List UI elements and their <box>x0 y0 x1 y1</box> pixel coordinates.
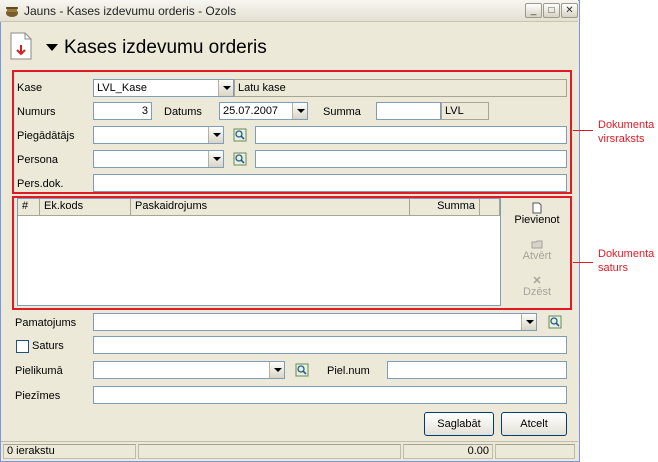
lookup-icon[interactable] <box>233 152 247 166</box>
lookup-icon[interactable] <box>548 315 562 329</box>
annotation-connector <box>573 262 593 263</box>
status-records: 0 ierakstu <box>3 444 136 459</box>
column-header-paskaidrojums[interactable]: Paskaidrojums <box>131 199 410 216</box>
column-header-filler <box>480 199 500 216</box>
persdok-label: Pers.dok. <box>17 178 64 190</box>
pielnum-label: Piel.num <box>327 365 370 377</box>
page-title: Kases izdevumu orderis <box>64 37 267 58</box>
persona-name-field[interactable] <box>255 150 567 168</box>
annotation-header-line1: Dokumenta <box>598 119 655 131</box>
minimize-button[interactable]: _ <box>525 3 542 18</box>
kase-combo[interactable]: LVL_Kase <box>93 79 234 97</box>
open-line-button[interactable]: Atvērt <box>507 238 567 270</box>
datums-picker[interactable]: 25.07.2007 <box>219 102 308 120</box>
lookup-icon[interactable] <box>233 128 247 142</box>
app-icon <box>6 7 18 17</box>
chevron-down-icon[interactable] <box>208 151 223 167</box>
lookup-icon[interactable] <box>295 363 309 377</box>
currency-field: LVL <box>441 102 489 120</box>
piegadatajs-combo[interactable] <box>93 126 224 144</box>
open-folder-icon <box>531 240 543 249</box>
chevron-down-icon[interactable] <box>218 80 233 96</box>
save-button[interactable]: Saglabāt <box>424 412 494 436</box>
add-line-label: Pievienot <box>514 214 560 226</box>
title-bar[interactable]: Jauns - Kases izdevumu orderis - Ozols _… <box>0 0 578 22</box>
column-header-number[interactable]: # <box>18 199 40 216</box>
new-document-icon <box>532 202 542 214</box>
status-total: 0.00 <box>403 444 493 459</box>
persona-label: Persona <box>17 154 58 166</box>
status-empty <box>138 444 401 459</box>
chevron-down-icon[interactable] <box>521 314 536 330</box>
piegadatajs-label: Piegādātājs <box>17 130 75 142</box>
annotation-content-line1: Dokumenta <box>598 248 655 260</box>
delete-line-label: Dzēst <box>522 286 552 298</box>
status-bar: 0 ierakstu 0.00 <box>1 441 578 460</box>
annotation-content-line2: saturs <box>598 262 628 274</box>
persona-combo[interactable] <box>93 150 224 168</box>
datums-value: 25.07.2007 <box>223 105 279 117</box>
saturs-input[interactable] <box>93 336 567 354</box>
delete-x-icon <box>533 276 541 284</box>
saturs-checkbox[interactable] <box>16 340 29 353</box>
status-extra <box>495 444 575 459</box>
document-icon <box>10 32 32 60</box>
maximize-button[interactable]: □ <box>543 3 560 18</box>
chevron-down-icon[interactable] <box>269 362 284 378</box>
chevron-down-icon[interactable] <box>208 127 223 143</box>
pielikuma-label: Pielikumā <box>15 365 63 377</box>
pamatojums-label: Pamatojums <box>15 317 77 329</box>
pielikuma-combo[interactable] <box>93 361 285 379</box>
cancel-button[interactable]: Atcelt <box>501 412 567 436</box>
column-header-summa[interactable]: Summa <box>410 199 480 216</box>
kase-name-field: Latu kase <box>234 79 567 97</box>
pamatojums-combo[interactable] <box>93 313 537 331</box>
numurs-label: Numurs <box>17 106 56 118</box>
summa-input[interactable] <box>376 102 441 120</box>
window-title: Jauns - Kases izdevumu orderis - Ozols <box>24 4 237 18</box>
close-button[interactable]: ✕ <box>561 3 578 18</box>
header-menu-arrow-icon[interactable] <box>46 44 58 51</box>
column-header-ekkods[interactable]: Ek.kods <box>40 199 131 216</box>
annotation-connector <box>573 130 593 131</box>
summa-label: Summa <box>323 106 361 118</box>
persdok-input[interactable] <box>93 174 567 192</box>
add-line-button[interactable]: Pievienot <box>507 202 567 234</box>
open-line-label: Atvērt <box>522 250 552 262</box>
pielnum-input[interactable] <box>387 361 567 379</box>
datums-label: Datums <box>164 106 202 118</box>
piezimes-input[interactable] <box>93 386 567 404</box>
lines-grid[interactable]: # Ek.kods Paskaidrojums Summa <box>17 198 501 306</box>
kase-value: LVL_Kase <box>97 82 147 94</box>
kase-label: Kase <box>17 82 43 94</box>
saturs-label: Saturs <box>32 340 64 352</box>
piezimes-label: Piezīmes <box>15 390 61 402</box>
calendar-dropdown-icon[interactable] <box>292 103 307 119</box>
delete-line-button[interactable]: Dzēst <box>507 274 567 306</box>
numurs-input[interactable]: 3 <box>93 102 152 120</box>
piegadatajs-name-field[interactable] <box>255 126 567 144</box>
annotation-header-line2: virsraksts <box>598 133 645 145</box>
